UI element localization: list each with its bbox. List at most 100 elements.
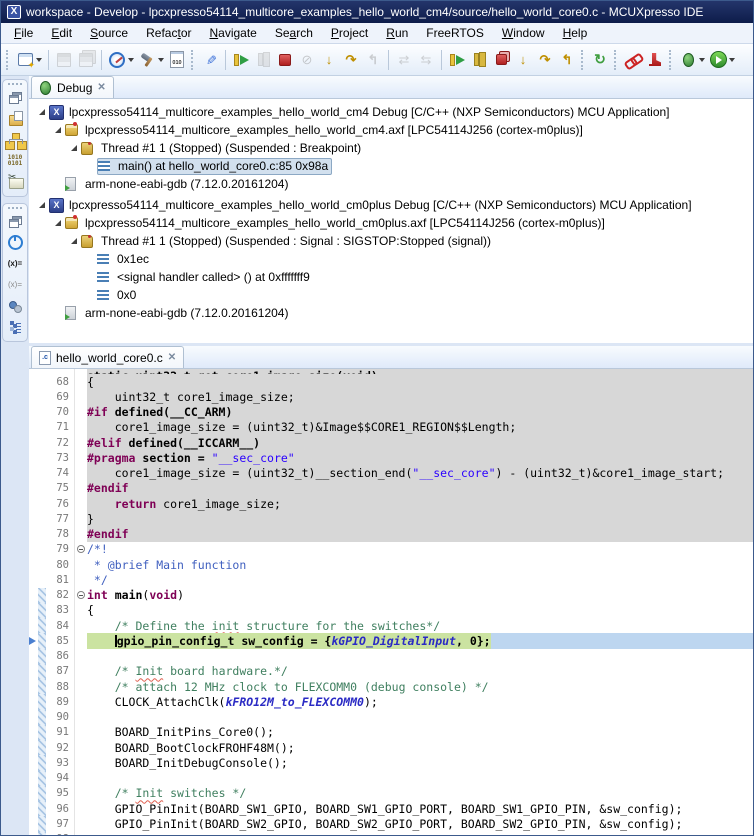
code-line[interactable]: 89 CLOCK_AttachClk(kFRO12M_to_FLEXCOMM0)… bbox=[29, 694, 753, 709]
code-text[interactable]: { bbox=[87, 374, 753, 389]
link-cores-button[interactable] bbox=[622, 49, 644, 71]
code-line[interactable]: 78#endif bbox=[29, 527, 753, 542]
dropdown-arrow-icon[interactable] bbox=[699, 58, 705, 62]
clean-up-debug-button[interactable] bbox=[644, 49, 666, 71]
instruction-step-mode-button[interactable] bbox=[415, 49, 437, 71]
code-line[interactable]: 69 uint32_t core1_image_size; bbox=[29, 389, 753, 404]
source-code-area[interactable]: static uint32_t get_core1_image_size(voi… bbox=[29, 369, 753, 835]
save-all-button[interactable] bbox=[75, 49, 97, 71]
power-view-button[interactable] bbox=[4, 232, 26, 253]
step-over-button[interactable] bbox=[340, 49, 362, 71]
tab-hello-world-core0[interactable]: .c hello_world_core0.c ✕ bbox=[31, 346, 184, 368]
expand-arrow-icon[interactable] bbox=[35, 109, 49, 115]
code-line[interactable]: 70#if defined(__CC_ARM) bbox=[29, 405, 753, 420]
code-line[interactable]: 97 GPIO_PinInit(BOARD_SW2_GPIO, BOARD_SW… bbox=[29, 816, 753, 831]
project-explorer-view-button[interactable] bbox=[4, 108, 26, 129]
save-button[interactable] bbox=[53, 49, 75, 71]
code-text[interactable]: BOARD_InitDebugConsole(); bbox=[87, 755, 753, 770]
step-over-all-button[interactable] bbox=[534, 49, 556, 71]
close-icon[interactable]: ✕ bbox=[168, 352, 176, 363]
build-button[interactable] bbox=[136, 49, 166, 71]
step-return-button[interactable] bbox=[362, 49, 384, 71]
menu-run[interactable]: Run bbox=[377, 24, 417, 42]
dropdown-arrow-icon[interactable] bbox=[729, 58, 735, 62]
code-text[interactable]: gpio_pin_config_t sw_config = {kGPIO_Dig… bbox=[87, 633, 753, 648]
fold-collapse-icon[interactable] bbox=[74, 588, 87, 603]
code-text[interactable]: GPIO_PinInit(BOARD_SW1_GPIO, BOARD_SW1_G… bbox=[87, 801, 753, 816]
code-line[interactable]: 75#endif bbox=[29, 481, 753, 496]
code-line[interactable]: 90 bbox=[29, 710, 753, 725]
debug-tree-row[interactable]: lpcxpresso54114_multicore_examples_hello… bbox=[29, 103, 753, 121]
code-text[interactable]: */ bbox=[87, 572, 753, 587]
code-line[interactable]: 79/*! bbox=[29, 542, 753, 557]
drag-handle[interactable] bbox=[8, 207, 22, 209]
step-into-all-button[interactable] bbox=[512, 49, 534, 71]
code-line[interactable]: 81 */ bbox=[29, 572, 753, 587]
code-text[interactable]: /* attach 12 MHz clock to FLEXCOMM0 (deb… bbox=[87, 679, 753, 694]
code-text[interactable]: GPIO_PinInit(BOARD_SW2_GPIO, BOARD_SW2_G… bbox=[87, 816, 753, 831]
code-line[interactable]: 76 return core1_image_size; bbox=[29, 496, 753, 511]
code-text[interactable]: core1_image_size = (uint32_t)&Image$$COR… bbox=[87, 420, 753, 435]
debug-tree-row[interactable]: 0x0 bbox=[29, 286, 753, 304]
disconnect-button[interactable] bbox=[296, 49, 318, 71]
expand-arrow-icon[interactable] bbox=[51, 127, 65, 133]
new-button[interactable] bbox=[14, 49, 44, 71]
code-text[interactable] bbox=[87, 771, 753, 786]
peripherals-view-button[interactable] bbox=[4, 129, 26, 150]
menu-refactor[interactable]: Refactor bbox=[137, 24, 200, 42]
variables-view-button[interactable] bbox=[4, 253, 26, 274]
resume-all-button[interactable] bbox=[446, 49, 468, 71]
menu-navigate[interactable]: Navigate bbox=[200, 24, 265, 42]
code-line[interactable]: 87 /* Init board hardware.*/ bbox=[29, 664, 753, 679]
code-text[interactable] bbox=[87, 832, 753, 836]
code-text[interactable] bbox=[87, 710, 753, 725]
terminate-button[interactable] bbox=[274, 49, 296, 71]
restore-view-button[interactable] bbox=[4, 211, 26, 232]
restore-view-button[interactable] bbox=[4, 87, 26, 108]
code-line[interactable]: 82int main(void) bbox=[29, 588, 753, 603]
expand-arrow-icon[interactable] bbox=[67, 238, 81, 244]
code-text[interactable]: /* Init board hardware.*/ bbox=[87, 664, 753, 679]
debug-tree-row[interactable]: arm-none-eabi-gdb (7.12.0.20161204) bbox=[29, 304, 753, 322]
outline-view-button[interactable] bbox=[4, 316, 26, 337]
menu-help[interactable]: Help bbox=[554, 24, 597, 42]
code-text[interactable]: #endif bbox=[87, 527, 753, 542]
debug-probe-button[interactable] bbox=[106, 49, 136, 71]
menu-window[interactable]: Window bbox=[493, 24, 554, 42]
code-text[interactable]: core1_image_size = (uint32_t)__section_e… bbox=[87, 466, 753, 481]
code-line[interactable]: 88 /* attach 12 MHz clock to FLEXCOMM0 (… bbox=[29, 679, 753, 694]
code-line[interactable]: 74 core1_image_size = (uint32_t)__sectio… bbox=[29, 466, 753, 481]
fold-collapse-icon[interactable] bbox=[74, 542, 87, 557]
code-text[interactable]: return core1_image_size; bbox=[87, 496, 753, 511]
drag-handle[interactable] bbox=[8, 83, 22, 85]
code-line[interactable]: 83{ bbox=[29, 603, 753, 618]
debug-tree-row[interactable]: main() at hello_world_core0.c:85 0x98a bbox=[29, 157, 753, 175]
code-text[interactable]: /*! bbox=[87, 542, 753, 557]
menu-project[interactable]: Project bbox=[322, 24, 377, 42]
debug-tree-row[interactable]: arm-none-eabi-gdb (7.12.0.20161204) bbox=[29, 175, 753, 193]
restart-button[interactable] bbox=[589, 49, 611, 71]
code-text[interactable]: CLOCK_AttachClk(kFRO12M_to_FLEXCOMM0); bbox=[87, 694, 753, 709]
instruction-stepping-button[interactable] bbox=[393, 49, 415, 71]
code-line[interactable]: 92 BOARD_BootClockFROHF48M(); bbox=[29, 740, 753, 755]
selected-stack-frame[interactable]: main() at hello_world_core0.c:85 0x98a bbox=[97, 158, 332, 175]
code-line[interactable]: 98 bbox=[29, 832, 753, 836]
code-text[interactable]: /* Init switches */ bbox=[87, 786, 753, 801]
registers-view-button[interactable] bbox=[4, 150, 26, 171]
code-line[interactable]: 73#pragma section = "__sec_core" bbox=[29, 450, 753, 465]
debug-tree-row[interactable]: lpcxpresso54114_multicore_examples_hello… bbox=[29, 196, 753, 214]
menu-freertos[interactable]: FreeRTOS bbox=[417, 24, 493, 42]
code-text[interactable]: BOARD_BootClockFROHF48M(); bbox=[87, 740, 753, 755]
debug-tree-row[interactable]: lpcxpresso54114_multicore_examples_hello… bbox=[29, 214, 753, 232]
code-line[interactable]: 80 * @brief Main function bbox=[29, 557, 753, 572]
code-text[interactable] bbox=[87, 649, 753, 664]
code-line[interactable]: 68{ bbox=[29, 374, 753, 389]
terminate-all-button[interactable] bbox=[490, 49, 512, 71]
code-text[interactable]: /* Define the init structure for the swi… bbox=[87, 618, 753, 633]
menu-source[interactable]: Source bbox=[81, 24, 137, 42]
code-text[interactable]: BOARD_InitPins_Core0(); bbox=[87, 725, 753, 740]
menu-edit[interactable]: Edit bbox=[42, 24, 81, 42]
close-icon[interactable]: ✕ bbox=[97, 82, 105, 93]
code-text[interactable]: int main(void) bbox=[87, 588, 753, 603]
code-text[interactable]: } bbox=[87, 511, 753, 526]
